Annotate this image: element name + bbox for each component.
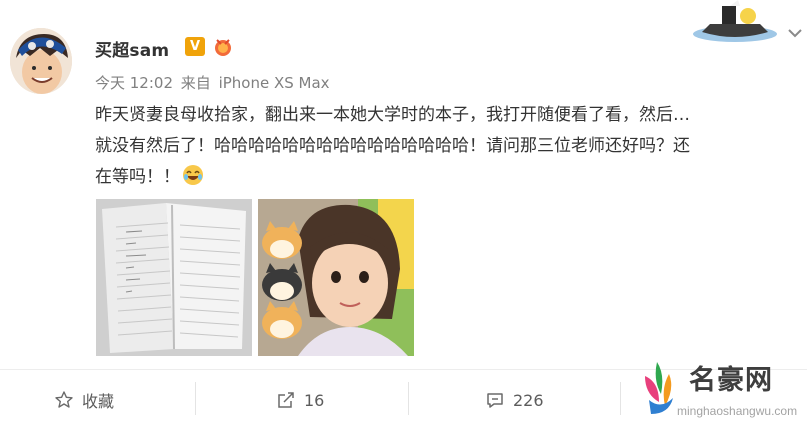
divider — [195, 382, 196, 415]
post-text-line: 昨天贤妻良母收拾家，翻出来一本她大学时的本子，我打开随便看了看，然后… — [95, 105, 690, 125]
post-text-segment: 在等吗！！ — [95, 167, 180, 187]
notebook-photo[interactable] — [96, 199, 252, 356]
favorite-label: 收藏 — [82, 392, 115, 411]
chevron-down-icon[interactable] — [786, 24, 804, 42]
repost-button[interactable]: 16 — [276, 388, 324, 412]
post-time[interactable]: 今天 12:02 — [95, 74, 173, 92]
comment-count: 226 — [513, 390, 544, 410]
avatar[interactable] — [10, 28, 72, 94]
post-meta: 今天 12:02 来自 iPhone XS Max — [95, 72, 333, 93]
post-text: 昨天贤妻良母收拾家，翻出来一本她大学时的本子，我打开随便看了看，然后… 就没有然… — [95, 100, 795, 193]
medal-badge-icon[interactable] — [212, 37, 234, 57]
avatar-image — [10, 28, 72, 94]
favorite-button[interactable]: 收藏 — [54, 388, 114, 412]
post-text-line: 在等吗！！ — [95, 162, 795, 193]
comment-button[interactable]: 226 — [485, 388, 544, 412]
watermark-brand: 名豪网 — [689, 365, 773, 396]
comment-icon — [487, 393, 503, 408]
shiba-sticker — [262, 221, 302, 339]
decoration-card-skin — [690, 0, 780, 42]
site-watermark: 名豪网 minghaoshangwu.com — [635, 352, 807, 427]
watermark-url: minghaoshangwu.com — [677, 404, 798, 418]
vip-badge[interactable]: V — [185, 37, 205, 56]
star-icon — [55, 391, 73, 408]
repost-icon — [278, 392, 294, 408]
child-with-stickers-photo[interactable] — [258, 199, 414, 356]
weibo-post-card: 买超sam V 今天 12:02 来自 iPhone XS Max 昨天贤妻良母… — [0, 0, 807, 427]
repost-count: 16 — [304, 390, 325, 410]
divider — [408, 382, 409, 415]
divider — [620, 382, 621, 415]
post-device[interactable]: iPhone XS Max — [219, 74, 330, 92]
source-prefix: 来自 — [180, 74, 211, 92]
post-text-line: 就没有然后了！哈哈哈哈哈哈哈哈哈哈哈哈哈哈哈！请问那三位老师还好吗？还 — [95, 136, 690, 156]
laughing-tears-emoji-icon — [182, 164, 204, 186]
username[interactable]: 买超sam — [95, 36, 169, 61]
